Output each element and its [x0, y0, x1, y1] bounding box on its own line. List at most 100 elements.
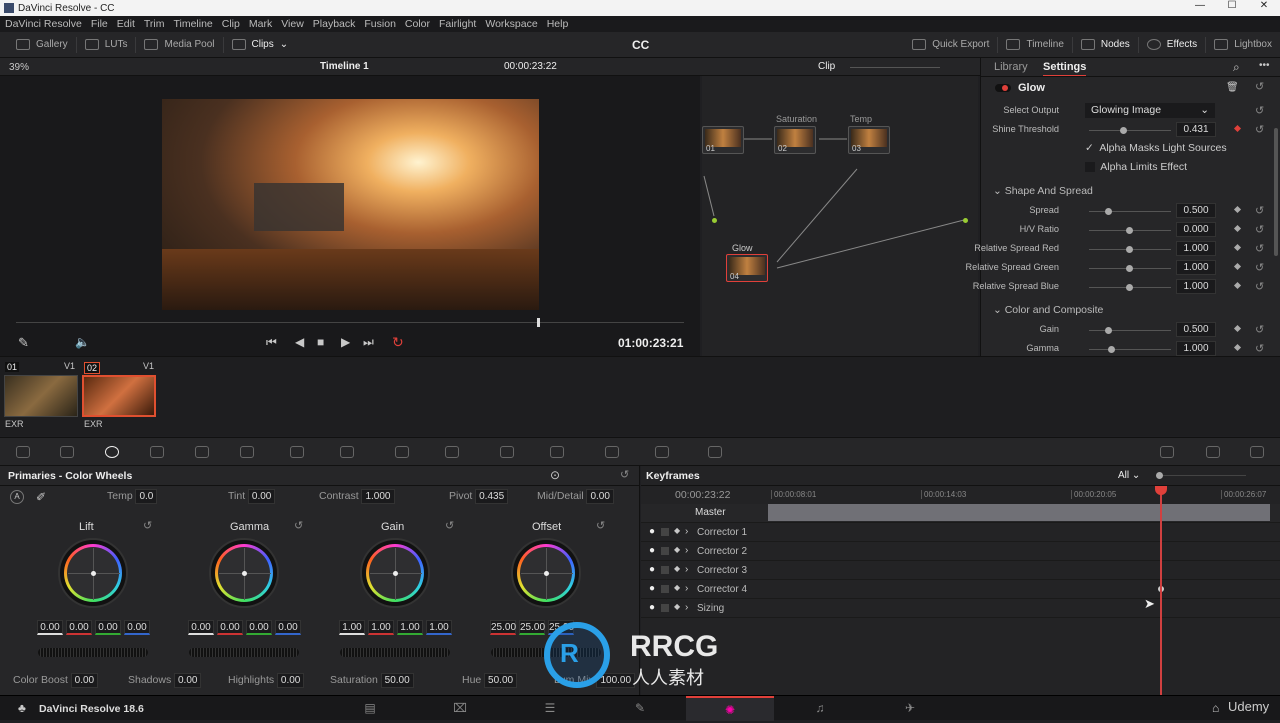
wheel-value[interactable]: 0.00 [246, 620, 272, 635]
keyframe-ruler[interactable]: 00:00:08:01 00:00:14:03 00:00:20:05 00:00:2… [768, 486, 1280, 504]
menu-item[interactable]: Fusion [364, 18, 396, 30]
palette-tool-icon[interactable] [195, 446, 209, 458]
keyframe-icon[interactable] [1233, 243, 1242, 252]
tab-library[interactable]: Library [994, 61, 1028, 73]
play-button[interactable]: ▶ [341, 335, 350, 349]
menu-item[interactable]: Trim [144, 18, 165, 30]
scrub-playhead[interactable] [537, 318, 541, 327]
reset-icon[interactable]: ↺ [1255, 204, 1264, 217]
lock-icon[interactable] [661, 547, 669, 555]
scrub-bar[interactable] [16, 318, 684, 327]
palette-tool-icon[interactable] [290, 446, 304, 458]
stop-button[interactable]: ■ [317, 335, 324, 349]
palette-tool-icon[interactable] [340, 446, 354, 458]
wheel-value[interactable]: 0.00 [95, 620, 121, 635]
palette-tool-icon[interactable] [708, 446, 722, 458]
wheel-value[interactable]: 1.00 [426, 620, 452, 635]
master-wheel-jog[interactable] [38, 648, 148, 657]
palette-tool-icon[interactable] [395, 446, 409, 458]
select-output-dropdown[interactable]: Glowing Image ⌄ [1085, 103, 1215, 118]
reset-icon[interactable]: ↺ [1255, 104, 1264, 117]
wheel-value[interactable]: 0.00 [275, 620, 301, 635]
keyframe-track-row[interactable]: ● ◆ › Corrector 3 [641, 561, 1280, 580]
adjust-value[interactable]: 50.00 [380, 673, 414, 688]
keyframe-icon[interactable] [1233, 324, 1242, 333]
trash-icon[interactable]: 🗑 [1226, 82, 1239, 93]
gallery-button[interactable]: Gallery [8, 36, 77, 53]
palette-tool-icon[interactable] [1206, 446, 1220, 458]
reset-icon[interactable]: ↺ [294, 519, 303, 532]
eyedropper-icon[interactable]: ✎ [18, 335, 29, 351]
home-icon[interactable]: ⌂ [1212, 701, 1219, 715]
skip-end-button[interactable]: ⏭ [363, 335, 374, 350]
menu-item[interactable]: Color [405, 18, 430, 30]
palette-tool-icon[interactable] [240, 446, 254, 458]
palette-tool-icon[interactable] [16, 446, 30, 458]
keyframe-zoom-slider[interactable] [1156, 472, 1246, 479]
setting-slider[interactable] [1089, 246, 1171, 253]
wheel-value[interactable]: 0.00 [188, 620, 214, 635]
master-wheel-jog[interactable] [340, 648, 450, 657]
setting-value[interactable]: 1.000 [1176, 279, 1216, 294]
reset-icon[interactable]: ↺ [1255, 280, 1264, 293]
node-mode-select[interactable]: Clip [818, 61, 835, 72]
page-media[interactable]: ▤ [326, 696, 414, 721]
node-04[interactable]: 04 [726, 254, 768, 282]
page-color[interactable]: ✺ [686, 696, 774, 721]
palette-tool-icon[interactable] [550, 446, 564, 458]
setting-slider[interactable] [1089, 346, 1171, 353]
clip-thumbnail-02[interactable] [82, 375, 156, 417]
keyframe-icon[interactable] [1233, 262, 1242, 271]
reset-icon[interactable]: ↺ [1255, 323, 1264, 336]
adjust-value[interactable]: 0.00 [173, 673, 202, 688]
palette-tool-icon[interactable] [1160, 446, 1174, 458]
keyframe-icon[interactable] [1233, 343, 1242, 352]
setting-value[interactable]: 0.500 [1176, 322, 1216, 337]
menu-item[interactable]: Mark [249, 18, 272, 30]
keyframe-track-row[interactable]: ● ◆ › Corrector 1 [641, 523, 1280, 542]
master-wheel-jog[interactable] [189, 648, 299, 657]
adjust-value[interactable]: 0.435 [475, 489, 509, 504]
color-wheel-gamma[interactable] [209, 538, 279, 608]
setting-slider[interactable] [1089, 284, 1171, 291]
lightbox-button[interactable]: Lightbox [1206, 37, 1280, 53]
setting-value[interactable]: 0.500 [1176, 203, 1216, 218]
wheel-value[interactable]: 0.00 [217, 620, 243, 635]
section-color-composite[interactable]: ⌄ Color and Composite [993, 304, 1103, 316]
palette-tool-icon[interactable] [655, 446, 669, 458]
clip-thumbnail-01[interactable] [4, 375, 78, 417]
picker-icon[interactable]: ✐ [36, 490, 46, 504]
wheel-value[interactable]: 1.00 [368, 620, 394, 635]
node-zoom-slider[interactable] [850, 67, 940, 68]
color-wheel-offset[interactable] [511, 538, 581, 608]
keyframe-filter-select[interactable]: All ⌄ [1118, 470, 1140, 481]
node-02[interactable]: 02 [774, 126, 816, 154]
reset-icon[interactable]: ↺ [1255, 123, 1264, 136]
close-button[interactable]: ✕ [1248, 0, 1280, 11]
reset-icon[interactable]: ↺ [1255, 261, 1264, 274]
setting-value[interactable]: 0.000 [1176, 222, 1216, 237]
section-shape-spread[interactable]: ⌄ Shape And Spread [993, 185, 1093, 197]
wheel-value[interactable]: 25.00 [490, 620, 516, 635]
zoom-select[interactable]: 39% [9, 62, 29, 73]
output-port[interactable] [963, 218, 968, 223]
page-fusion[interactable]: ✎ [596, 696, 684, 721]
wheel-value[interactable]: 1.00 [339, 620, 365, 635]
keyframe-track-row[interactable]: ● ◆ › Corrector 2 [641, 542, 1280, 561]
timeline-select[interactable]: Timeline 1 [320, 61, 369, 72]
reset-icon[interactable]: ↺ [445, 519, 454, 532]
timeline-button[interactable]: Timeline [998, 36, 1073, 53]
setting-slider[interactable] [1089, 208, 1171, 215]
lock-icon[interactable] [661, 528, 669, 536]
alpha-limits-checkbox[interactable]: Alpha Limits Effect [1085, 161, 1187, 173]
lock-icon[interactable] [661, 585, 669, 593]
lock-icon[interactable] [661, 604, 669, 612]
palette-tool-icon[interactable] [105, 446, 119, 458]
wheel-value[interactable]: 0.00 [124, 620, 150, 635]
maximize-button[interactable]: ☐ [1216, 0, 1248, 11]
page-fairlight[interactable]: ♫ [776, 696, 864, 721]
palette-tool-icon[interactable] [60, 446, 74, 458]
menu-item[interactable]: Fairlight [439, 18, 476, 30]
search-icon[interactable]: ⌕ [1233, 60, 1240, 75]
menu-item[interactable]: Clip [222, 18, 240, 30]
